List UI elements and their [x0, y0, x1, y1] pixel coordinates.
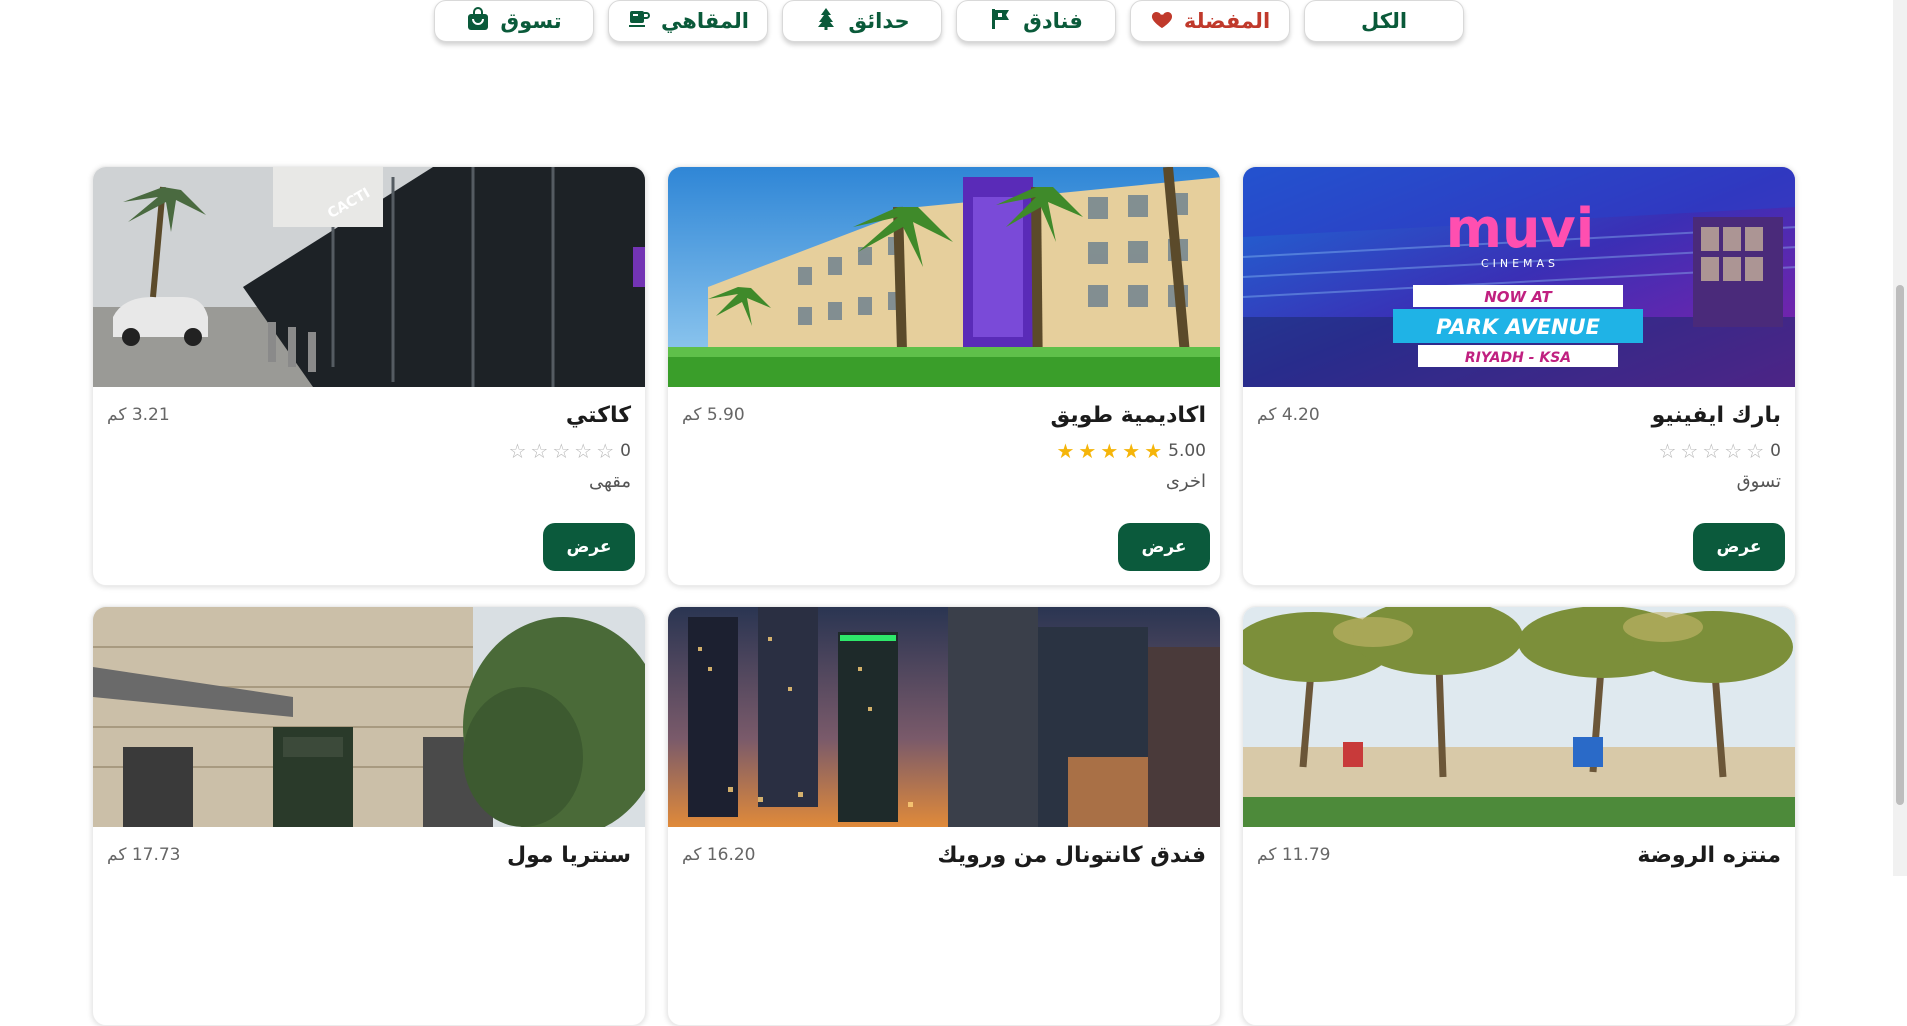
- filter-shopping-label: تسوق: [500, 9, 562, 33]
- tree-icon: [814, 7, 838, 36]
- star-icon: ☆: [1702, 439, 1721, 463]
- place-distance: 4.20 كم: [1257, 405, 1320, 425]
- view-button[interactable]: عرض: [543, 523, 635, 571]
- rating-value: 5.00: [1168, 441, 1206, 461]
- park-palms-image: [1243, 607, 1795, 827]
- academy-building-image: [668, 167, 1220, 387]
- scrollbar-thumb[interactable]: [1896, 285, 1904, 805]
- place-distance: 17.73 كم: [107, 845, 181, 865]
- filter-all-label: الكل: [1360, 9, 1408, 33]
- rating-stars: ☆ ☆ ☆ ☆ ☆: [1658, 441, 1764, 461]
- coffee-cup-icon: [627, 7, 651, 36]
- place-card: CACTI كاكتي 3.21 كم 0 ☆ ☆ ☆ ☆ ☆ مقهى عرض: [92, 166, 646, 586]
- rating-value: 0: [620, 441, 631, 461]
- filter-all-button[interactable]: الكل: [1304, 0, 1464, 42]
- banner-riyadh-text: RIYADH - KSA: [1465, 350, 1571, 366]
- cafe-facade-image: CACTI: [93, 167, 645, 387]
- banner-now-at-text: NOW AT: [1484, 288, 1553, 306]
- filter-hotels-label: فنادق: [1023, 9, 1083, 33]
- page-scrollbar[interactable]: [1893, 0, 1907, 876]
- mall-entrance-image: [93, 607, 645, 827]
- star-icon: ★: [1122, 439, 1141, 463]
- star-icon: ☆: [552, 439, 571, 463]
- place-title: بارك ايفينيو: [1651, 403, 1781, 428]
- place-distance: 3.21 كم: [107, 405, 170, 425]
- filter-shopping-button[interactable]: تسوق: [434, 0, 594, 42]
- filter-cafes-label: المقاهي: [661, 9, 749, 33]
- star-icon: ☆: [530, 439, 549, 463]
- star-icon: ★: [1100, 439, 1119, 463]
- star-icon: ☆: [1658, 439, 1677, 463]
- banner-cinemas-text: CINEMAS: [1481, 257, 1559, 270]
- star-icon: ☆: [574, 439, 593, 463]
- place-category: اخرى: [1165, 471, 1206, 492]
- banner-park-avenue-text: PARK AVENUE: [1436, 315, 1601, 339]
- star-icon: ★: [1056, 439, 1075, 463]
- place-card: فندق كانتونال من ورويك 16.20 كم: [667, 606, 1221, 1026]
- heart-icon: [1150, 7, 1174, 36]
- rating-stars: ★ ★ ★ ★ ★: [1056, 441, 1162, 461]
- category-filter-bar: الكل المفضلة فنادق حدائق المقاهي تسوق: [426, 0, 1464, 44]
- place-title: منتزه الروضة: [1637, 843, 1781, 868]
- banner-brand-text: muvi: [1446, 197, 1594, 260]
- view-button[interactable]: عرض: [1118, 523, 1210, 571]
- place-title: كاكتي: [565, 403, 631, 428]
- place-rating: 0 ☆ ☆ ☆ ☆ ☆: [508, 441, 631, 461]
- shopping-bag-icon: [466, 6, 490, 36]
- city-towers-image: [668, 607, 1220, 827]
- place-category: مقهى: [588, 471, 631, 492]
- place-distance: 5.90 كم: [682, 405, 745, 425]
- place-card: سنتريا مول 17.73 كم: [92, 606, 646, 1026]
- muvi-cinemas-banner-image: muvi CINEMAS NOW AT PARK AVENUE RIYADH -…: [1243, 167, 1795, 387]
- place-rating: 0 ☆ ☆ ☆ ☆ ☆: [1658, 441, 1781, 461]
- place-distance: 11.79 كم: [1257, 845, 1331, 865]
- rating-value: 0: [1770, 441, 1781, 461]
- filter-favorites-button[interactable]: المفضلة: [1130, 0, 1290, 42]
- filter-parks-label: حدائق: [848, 9, 910, 33]
- filter-parks-button[interactable]: حدائق: [782, 0, 942, 42]
- filter-cafes-button[interactable]: المقاهي: [608, 0, 768, 42]
- flag-icon: [989, 7, 1013, 36]
- star-icon: ☆: [1746, 439, 1765, 463]
- star-icon: ☆: [596, 439, 615, 463]
- place-card: muvi CINEMAS NOW AT PARK AVENUE RIYADH -…: [1242, 166, 1796, 586]
- place-title: اكاديمية طويق: [1050, 403, 1206, 428]
- star-icon: ★: [1144, 439, 1163, 463]
- view-button[interactable]: عرض: [1693, 523, 1785, 571]
- place-category: تسوق: [1736, 471, 1781, 492]
- place-title: سنتريا مول: [507, 843, 631, 868]
- place-card: منتزه الروضة 11.79 كم: [1242, 606, 1796, 1026]
- star-icon: ☆: [1680, 439, 1699, 463]
- place-card: اكاديمية طويق 5.90 كم 5.00 ★ ★ ★ ★ ★ اخرى عر…: [667, 166, 1221, 586]
- rating-stars: ☆ ☆ ☆ ☆ ☆: [508, 441, 614, 461]
- place-distance: 16.20 كم: [682, 845, 756, 865]
- star-icon: ☆: [508, 439, 527, 463]
- place-title: فندق كانتونال من ورويك: [937, 843, 1206, 868]
- place-rating: 5.00 ★ ★ ★ ★ ★: [1056, 441, 1206, 461]
- filter-favorites-label: المفضلة: [1183, 9, 1271, 33]
- star-icon: ☆: [1724, 439, 1743, 463]
- filter-hotels-button[interactable]: فنادق: [956, 0, 1116, 42]
- star-icon: ★: [1078, 439, 1097, 463]
